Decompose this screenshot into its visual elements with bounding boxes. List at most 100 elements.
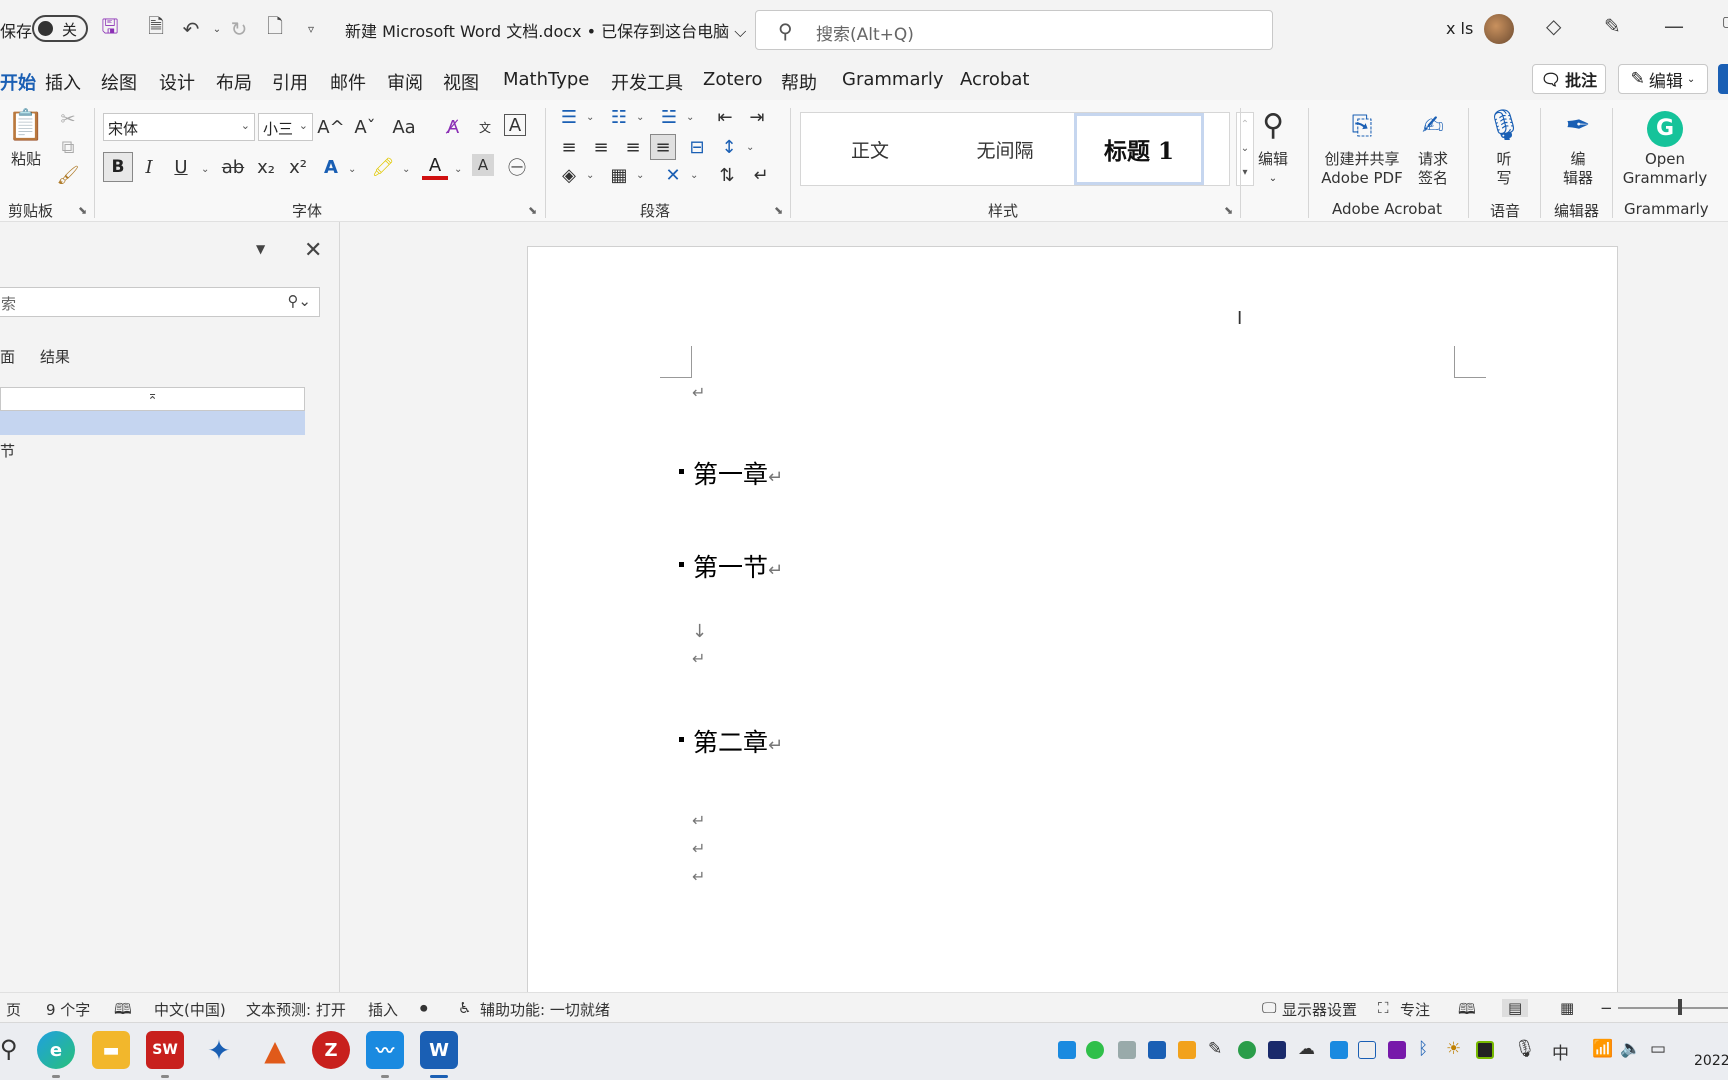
highlight-icon[interactable]: 🖍 <box>370 154 396 180</box>
text-prediction[interactable]: 文本预测: 打开 <box>246 999 346 1020</box>
tray-app-icon[interactable] <box>1058 1041 1076 1059</box>
tray-doc-icon[interactable] <box>1358 1041 1376 1059</box>
decrease-indent-icon[interactable]: ⇤ <box>712 104 738 130</box>
distributed-icon[interactable]: ⊟ <box>684 134 710 160</box>
file-explorer-icon[interactable]: ▬ <box>92 1031 130 1069</box>
user-name[interactable]: x ls <box>1446 19 1473 38</box>
tray-pen-icon[interactable]: ✎ <box>1208 1039 1222 1059</box>
onedrive-icon[interactable]: ☁ <box>1298 1039 1315 1059</box>
maple-icon[interactable]: ✦ <box>200 1031 238 1069</box>
zoom-slider-thumb[interactable] <box>1678 999 1682 1015</box>
font-launcher-icon[interactable]: ⬊ <box>528 204 537 217</box>
editing-button[interactable]: ⚲ 编辑 ⌄ <box>1250 106 1296 188</box>
tray-sun-icon[interactable]: ☀ <box>1446 1039 1461 1059</box>
request-signature-button[interactable]: ✍ 请求 签名 <box>1410 106 1456 188</box>
tab-design[interactable]: 设计 <box>159 69 195 95</box>
tab-mathtype[interactable]: MathType <box>503 69 589 90</box>
heading-section-1[interactable]: 第一节↵ <box>679 548 783 584</box>
character-border-icon[interactable]: A <box>504 114 526 136</box>
accessibility-status[interactable]: 辅助功能: 一切就绪 <box>480 999 610 1020</box>
shading-icon[interactable]: ◈ <box>556 162 582 188</box>
diamond-icon[interactable]: ◇ <box>1546 14 1561 38</box>
chevron-down-icon[interactable]: ⌄ <box>454 164 462 175</box>
align-right-icon[interactable]: ≡ <box>620 134 646 160</box>
text-effects-icon[interactable]: A <box>318 154 344 180</box>
onenote-icon[interactable] <box>1388 1041 1406 1059</box>
tab-layout[interactable]: 布局 <box>216 69 252 95</box>
editing-mode-button[interactable]: ✎ 编辑 ⌄ <box>1618 64 1708 94</box>
grow-font-icon[interactable]: A^ <box>317 114 344 140</box>
multilevel-list-icon[interactable]: ☱ <box>656 104 682 130</box>
close-icon[interactable]: ✕ <box>304 238 322 263</box>
styles-launcher-icon[interactable]: ⬊ <box>1224 204 1233 217</box>
solidworks-icon[interactable]: SW <box>146 1031 184 1069</box>
cut-icon[interactable]: ✂ <box>55 106 81 132</box>
copy-icon[interactable]: ⧉ <box>55 134 81 160</box>
tab-insert[interactable]: 插入 <box>45 69 81 95</box>
tab-home[interactable]: 开始 <box>0 69 36 103</box>
page-indicator[interactable]: 页 <box>6 999 21 1020</box>
dictate-button[interactable]: 🎙 听 写 <box>1484 106 1524 188</box>
chevron-down-icon[interactable]: ⌄ <box>636 170 644 181</box>
nav-search-input[interactable]: 索 ⚲⌄ <box>0 287 320 317</box>
character-shading-icon[interactable]: A <box>472 154 494 176</box>
microphone-icon[interactable]: 🎙 <box>1514 1039 1536 1059</box>
app-icon[interactable]: 〰 <box>366 1031 404 1069</box>
document-title[interactable]: 新建 Microsoft Word 文档.docx • 已保存到这台电脑 ⌵ <box>345 18 746 42</box>
tab-references[interactable]: 引用 <box>272 69 308 95</box>
show-marks-icon[interactable]: ↵ <box>748 162 774 188</box>
numbering-icon[interactable]: ☷ <box>606 104 632 130</box>
chevron-down-icon[interactable]: ⌄ <box>746 142 754 153</box>
editor-button[interactable]: ✒ 编 辑器 <box>1556 106 1600 188</box>
chevron-down-icon[interactable]: ⌄ <box>586 112 594 123</box>
italic-icon[interactable]: I <box>136 154 162 180</box>
asian-layout-icon[interactable]: ✕ <box>660 162 686 188</box>
undo-icon[interactable]: ↶ <box>178 16 204 42</box>
nav-tab-pages[interactable]: 面 <box>0 346 15 367</box>
strikethrough-icon[interactable]: ab <box>220 154 246 180</box>
tray-drive-icon[interactable] <box>1118 1041 1136 1059</box>
heading-chapter-2[interactable]: 第二章↵ <box>679 723 783 759</box>
redo-icon[interactable]: ↻ <box>226 16 252 42</box>
word-icon[interactable]: W <box>420 1031 458 1069</box>
zoom-slider[interactable] <box>1618 1007 1728 1009</box>
share-button[interactable] <box>1718 64 1728 94</box>
maximize-icon[interactable]: ▢ <box>1722 14 1728 30</box>
font-color-icon[interactable]: A <box>422 154 448 180</box>
paragraph-launcher-icon[interactable]: ⬊ <box>774 204 783 217</box>
clock[interactable]: 2022/ <box>1694 1053 1728 1069</box>
focus-mode[interactable]: 专注 <box>1400 999 1430 1020</box>
tab-review[interactable]: 审阅 <box>387 69 423 95</box>
nav-collapse-all[interactable]: ⌅ <box>0 387 305 411</box>
shrink-font-icon[interactable]: Aˇ <box>352 114 378 140</box>
open-grammarly-button[interactable]: G Open Grammarly <box>1622 106 1708 188</box>
battery-icon[interactable]: ▭ <box>1650 1039 1666 1059</box>
volume-icon[interactable]: 🔈 <box>1620 1039 1641 1059</box>
zotero-icon[interactable]: Z <box>312 1031 350 1069</box>
web-layout-icon[interactable]: ▦ <box>1560 999 1574 1017</box>
style-heading-1[interactable]: 标题 1 <box>1074 113 1204 185</box>
security-icon[interactable] <box>1148 1041 1166 1059</box>
justify-icon[interactable]: ≡ <box>650 134 676 160</box>
chevron-down-icon[interactable]: ⌄ <box>201 164 209 175</box>
proofing-icon[interactable]: 🕮 <box>114 999 132 1024</box>
save-as-icon[interactable]: 🗎 <box>143 14 169 42</box>
tray-app2-icon[interactable] <box>1330 1041 1348 1059</box>
pane-options-icon[interactable]: ▼ <box>256 242 265 256</box>
edge-icon[interactable]: e <box>37 1031 75 1069</box>
paste-button[interactable]: 📋 粘贴 <box>6 106 46 169</box>
style-normal[interactable]: 正文 <box>801 113 939 185</box>
chevron-down-icon[interactable]: ⌄ <box>686 112 694 123</box>
tab-view[interactable]: 视图 <box>443 69 479 95</box>
tab-developer[interactable]: 开发工具 <box>611 69 683 95</box>
underline-icon[interactable]: U <box>168 154 194 180</box>
bullets-icon[interactable]: ☰ <box>556 104 582 130</box>
chevron-down-icon[interactable]: ⌄ <box>636 112 644 123</box>
chevron-down-icon[interactable]: ⌄ <box>690 170 698 181</box>
align-center-icon[interactable]: ≡ <box>588 134 614 160</box>
print-layout-icon[interactable]: ▤ <box>1502 999 1529 1017</box>
bold-button[interactable]: B <box>103 152 133 182</box>
search-box[interactable]: ⚲ 搜索(Alt+Q) <box>755 10 1273 50</box>
nav-tab-results[interactable]: 结果 <box>40 346 70 367</box>
align-left-icon[interactable]: ≡ <box>556 134 582 160</box>
